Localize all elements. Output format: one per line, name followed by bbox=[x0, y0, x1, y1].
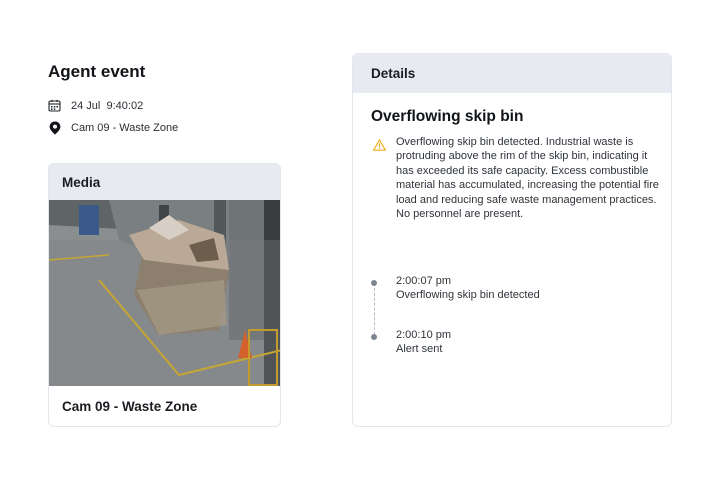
event-time: 9:40:02 bbox=[106, 99, 144, 112]
details-card-header: Details bbox=[353, 54, 671, 93]
timeline-text: Alert sent bbox=[396, 343, 443, 355]
timeline-dot bbox=[371, 334, 377, 340]
page-title: Agent event bbox=[48, 62, 146, 81]
camera-snapshot-image[interactable] bbox=[49, 200, 281, 386]
warning-triangle-icon bbox=[373, 138, 386, 156]
event-camera: Cam 09 - Waste Zone bbox=[48, 121, 178, 134]
timeline-dot bbox=[371, 280, 377, 286]
timeline-connector bbox=[373, 283, 375, 335]
location-pin-icon bbox=[48, 121, 61, 134]
event-date: 24 Jul bbox=[71, 99, 101, 112]
timeline-time: 2:00:10 pm bbox=[396, 329, 452, 341]
event-description: Overflowing skip bin detected. Industria… bbox=[396, 136, 659, 221]
media-caption: Cam 09 - Waste Zone bbox=[62, 399, 198, 414]
event-datetime: 24 Jul 9:40:02 bbox=[48, 99, 143, 112]
media-card-header: Media bbox=[49, 164, 280, 200]
event-camera-label: Cam 09 - Waste Zone bbox=[71, 121, 179, 134]
event-title: Overflowing skip bin bbox=[371, 108, 524, 125]
timeline-text: Overflowing skip bin detected bbox=[396, 289, 540, 301]
timeline-time: 2:00:07 pm bbox=[396, 275, 452, 287]
details-card: Details Overflowing skip bin Overflowing… bbox=[352, 53, 672, 427]
media-card: Media Cam 09 - Waste Zone bbox=[48, 163, 281, 427]
calendar-icon bbox=[48, 99, 61, 112]
